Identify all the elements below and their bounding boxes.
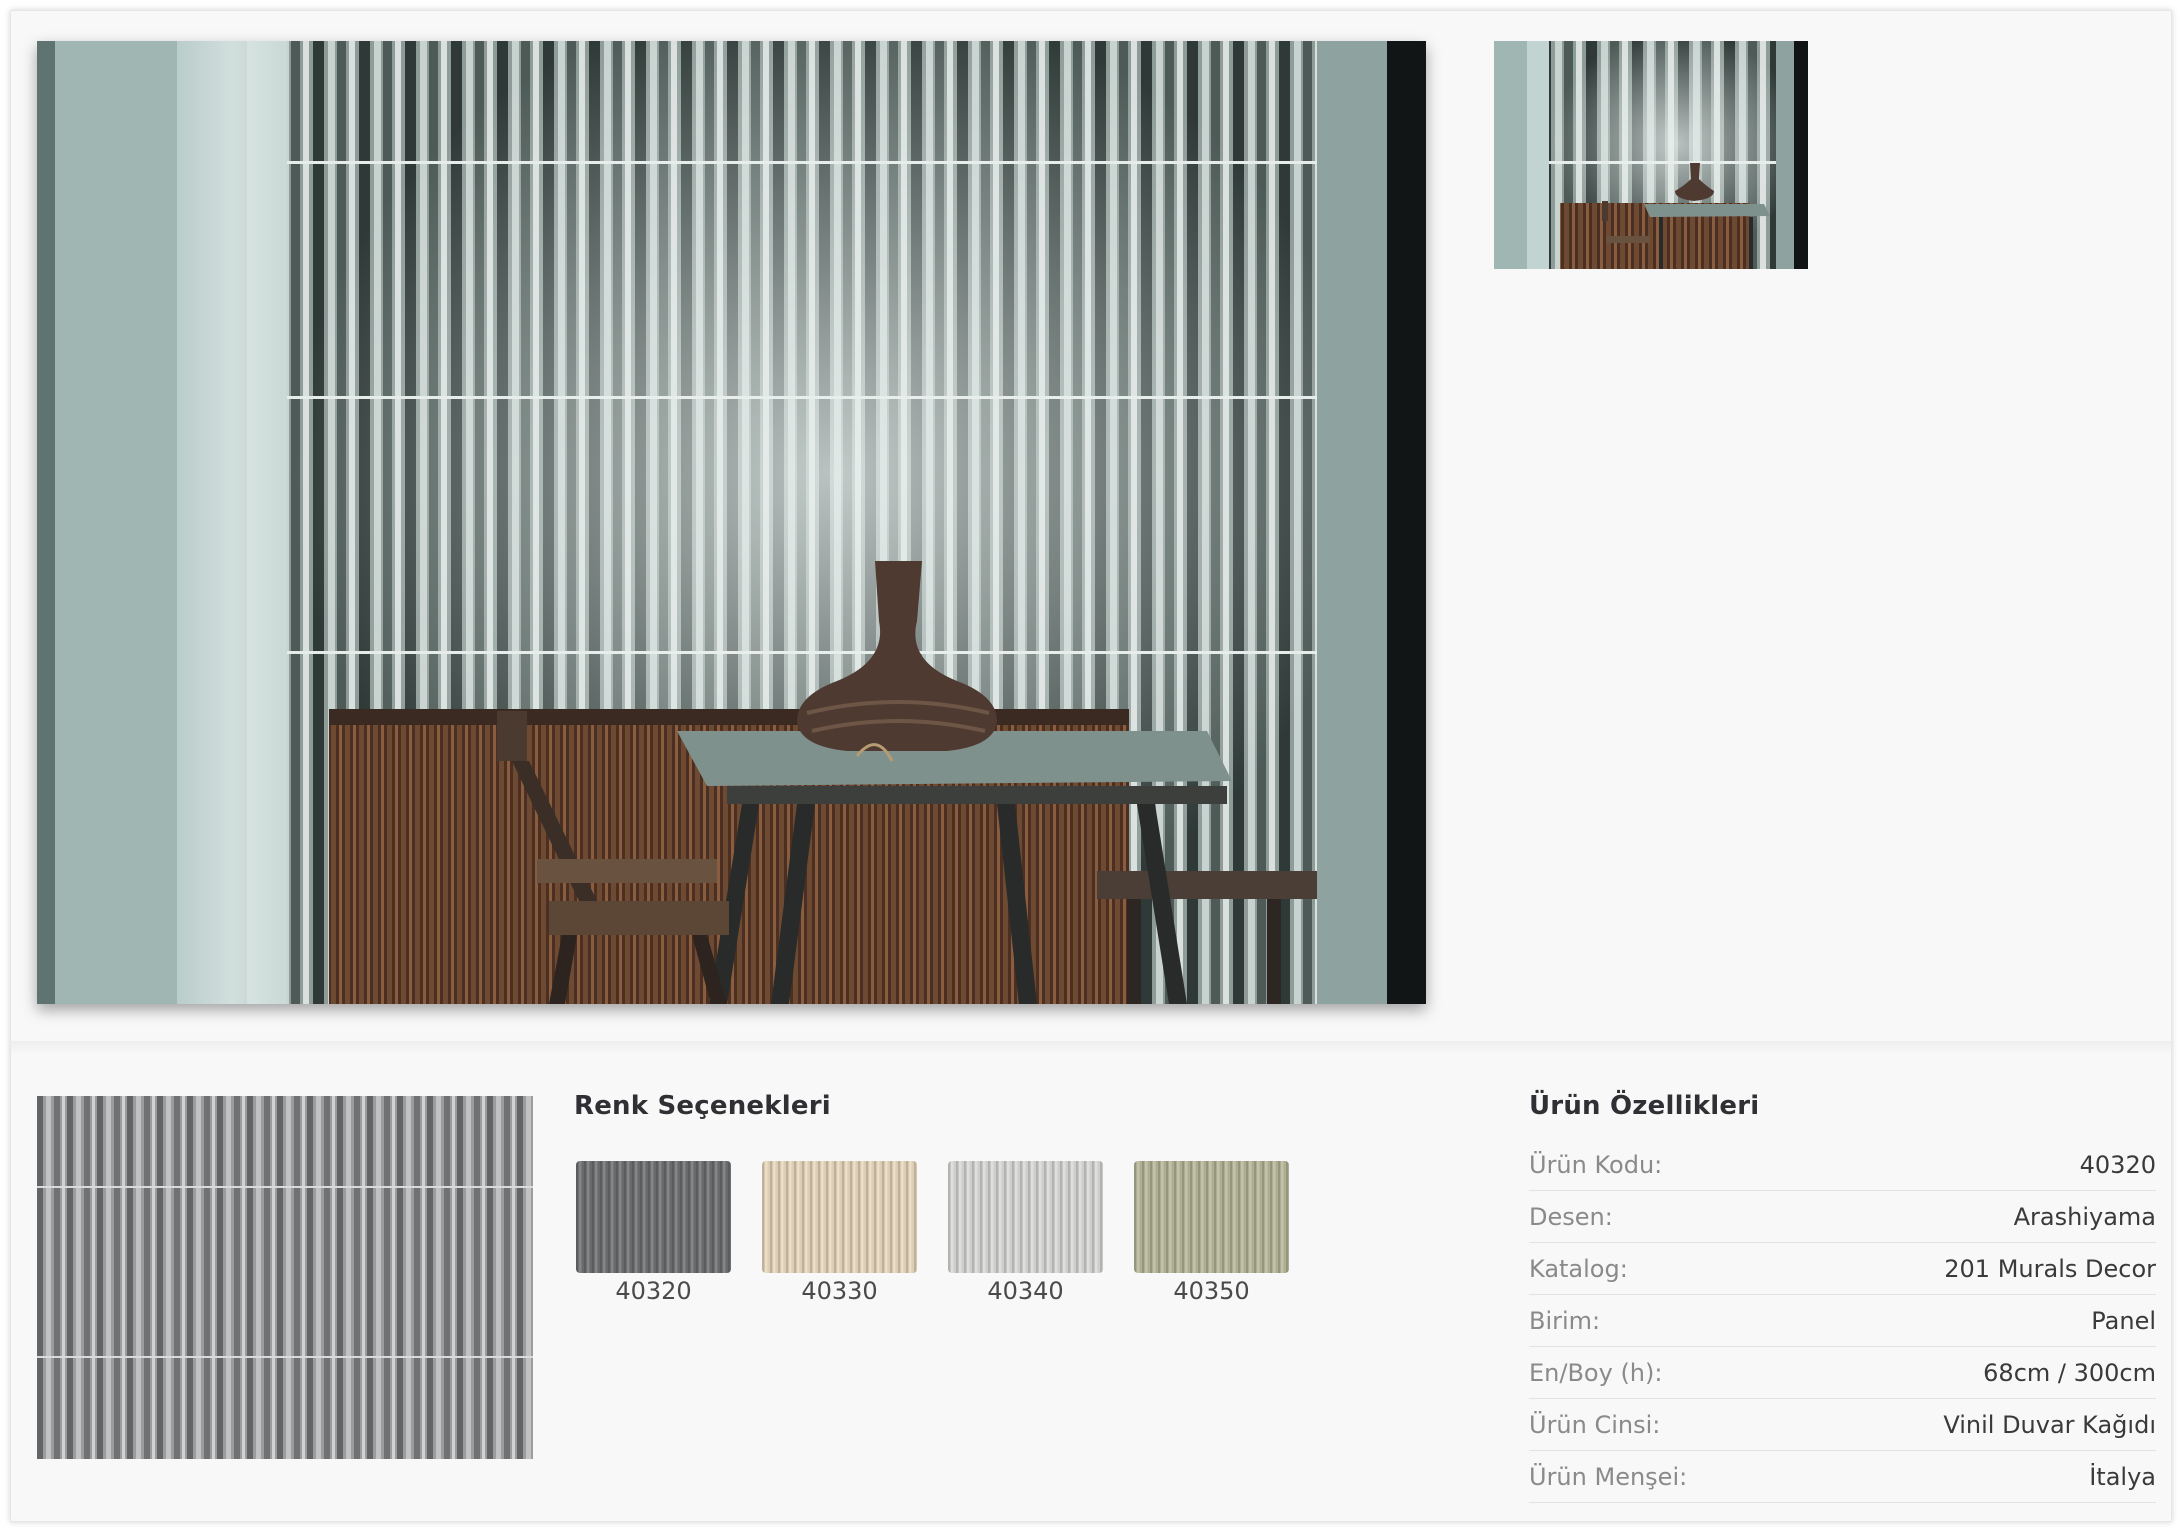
property-row: Ürün Kodu: 40320 <box>1529 1139 2156 1191</box>
color-swatch-code: 40340 <box>987 1277 1064 1305</box>
property-row: Ürün Menşei: İtalya <box>1529 1451 2156 1503</box>
property-row: Birim: Panel <box>1529 1295 2156 1347</box>
color-swatch[interactable]: 40340 <box>948 1161 1103 1305</box>
property-row: Ürün Cinsi: Vinil Duvar Kağıdı <box>1529 1399 2156 1451</box>
color-swatch-image <box>762 1161 917 1273</box>
gallery-section <box>11 11 2171 1041</box>
property-row: Desen: Arashiyama <box>1529 1191 2156 1243</box>
property-value: 201 Murals Decor <box>1944 1254 2156 1283</box>
property-value: Vinil Duvar Kağıdı <box>1943 1410 2156 1439</box>
gallery-thumbnail[interactable] <box>1494 41 1808 269</box>
property-row: Katalog: 201 Murals Decor <box>1529 1243 2156 1295</box>
property-label: Desen: <box>1529 1202 1613 1231</box>
color-swatch-image <box>576 1161 731 1273</box>
property-label: Ürün Cinsi: <box>1529 1410 1661 1439</box>
property-label: Ürün Menşei: <box>1529 1462 1688 1491</box>
property-value: 40320 <box>2079 1150 2156 1179</box>
product-page: Renk Seçenekleri 40320 40330 40340 40350 Ür… <box>10 10 2172 1522</box>
property-value: 68cm / 300cm <box>1983 1358 2156 1387</box>
main-product-image[interactable] <box>37 41 1426 1004</box>
property-label: Katalog: <box>1529 1254 1628 1283</box>
color-swatch[interactable]: 40350 <box>1134 1161 1289 1305</box>
color-options: Renk Seçenekleri 40320 40330 40340 40350 <box>574 1091 1294 1305</box>
property-value: İtalya <box>2089 1462 2156 1491</box>
property-row: En/Boy (h): 68cm / 300cm <box>1529 1347 2156 1399</box>
section-divider <box>11 1041 2171 1055</box>
color-swatch[interactable]: 40320 <box>576 1161 731 1305</box>
property-label: Ürün Kodu: <box>1529 1150 1663 1179</box>
property-value: Panel <box>2091 1306 2156 1335</box>
property-value: Arashiyama <box>2013 1202 2156 1231</box>
property-list: Ürün Kodu: 40320 Desen: Arashiyama Katalog: 2… <box>1529 1139 2156 1503</box>
pattern-sample-image[interactable] <box>37 1096 533 1459</box>
product-properties-title: Ürün Özellikleri <box>1529 1091 1760 1121</box>
color-swatch-image <box>1134 1161 1289 1273</box>
color-swatch-code: 40350 <box>1173 1277 1250 1305</box>
swatch-list: 40320 40330 40340 40350 <box>576 1161 1289 1305</box>
color-swatch-code: 40330 <box>801 1277 878 1305</box>
color-swatch[interactable]: 40330 <box>762 1161 917 1305</box>
property-label: Birim: <box>1529 1306 1601 1335</box>
color-options-title: Renk Seçenekleri <box>574 1091 831 1121</box>
property-label: En/Boy (h): <box>1529 1358 1663 1387</box>
product-properties: Ürün Özellikleri Ürün Kodu: 40320 Desen: Ar… <box>1529 1091 2156 1503</box>
color-swatch-code: 40320 <box>615 1277 692 1305</box>
color-swatch-image <box>948 1161 1103 1273</box>
